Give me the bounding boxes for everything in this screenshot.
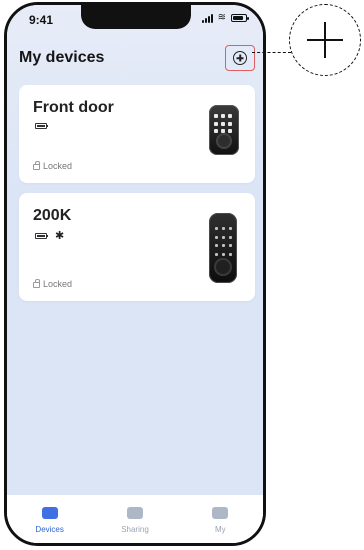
device-name: Front door bbox=[33, 99, 114, 116]
battery-icon bbox=[35, 233, 48, 239]
tab-label: Devices bbox=[35, 524, 64, 534]
add-circle-icon bbox=[233, 51, 247, 65]
signal-icon bbox=[201, 13, 213, 23]
tab-bar: Devices Sharing My bbox=[7, 495, 263, 543]
profile-icon bbox=[211, 505, 229, 521]
devices-icon bbox=[41, 505, 59, 521]
tab-devices[interactable]: Devices bbox=[14, 499, 86, 539]
zoom-callout bbox=[289, 4, 361, 76]
notch bbox=[81, 5, 191, 29]
tab-label: My bbox=[214, 524, 226, 534]
status-icons: ≋ bbox=[201, 12, 249, 23]
lock-knob bbox=[214, 258, 232, 276]
page-title: My devices bbox=[19, 49, 105, 66]
device-icons bbox=[35, 123, 48, 129]
plus-icon bbox=[307, 22, 343, 58]
lock-icon bbox=[33, 279, 40, 288]
smart-lock-image bbox=[209, 105, 239, 155]
device-card-front-door[interactable]: Front door Locked bbox=[19, 85, 255, 183]
smart-lock-image bbox=[209, 213, 237, 283]
device-card-200k[interactable]: 200K ✱ Locked bbox=[19, 193, 255, 301]
lock-status: Locked bbox=[33, 161, 72, 171]
lock-status-label: Locked bbox=[43, 161, 73, 171]
battery-icon bbox=[231, 14, 249, 22]
add-device-button[interactable] bbox=[225, 45, 255, 71]
lock-icon bbox=[33, 161, 40, 170]
tab-sharing[interactable]: Sharing bbox=[99, 499, 171, 539]
tab-my[interactable]: My bbox=[184, 499, 256, 539]
keypad bbox=[215, 227, 233, 257]
tab-label: Sharing bbox=[121, 524, 149, 534]
battery-icon bbox=[35, 123, 48, 129]
screen: 9:41 ≋ My devices Front door Locked 200K… bbox=[7, 5, 263, 543]
callout-line bbox=[252, 52, 291, 53]
lock-status-label: Locked bbox=[43, 279, 73, 289]
sharing-icon bbox=[126, 505, 144, 521]
status-time: 9:41 bbox=[29, 13, 54, 27]
wifi-icon: ≋ bbox=[217, 12, 226, 23]
phone-frame: 9:41 ≋ My devices Front door Locked 200K… bbox=[4, 2, 266, 546]
bluetooth-icon: ✱ bbox=[55, 230, 65, 242]
device-icons: ✱ bbox=[35, 230, 65, 242]
keypad bbox=[214, 114, 234, 134]
lock-status: Locked bbox=[33, 279, 72, 289]
device-name: 200K bbox=[33, 207, 72, 224]
lock-knob bbox=[216, 133, 232, 149]
